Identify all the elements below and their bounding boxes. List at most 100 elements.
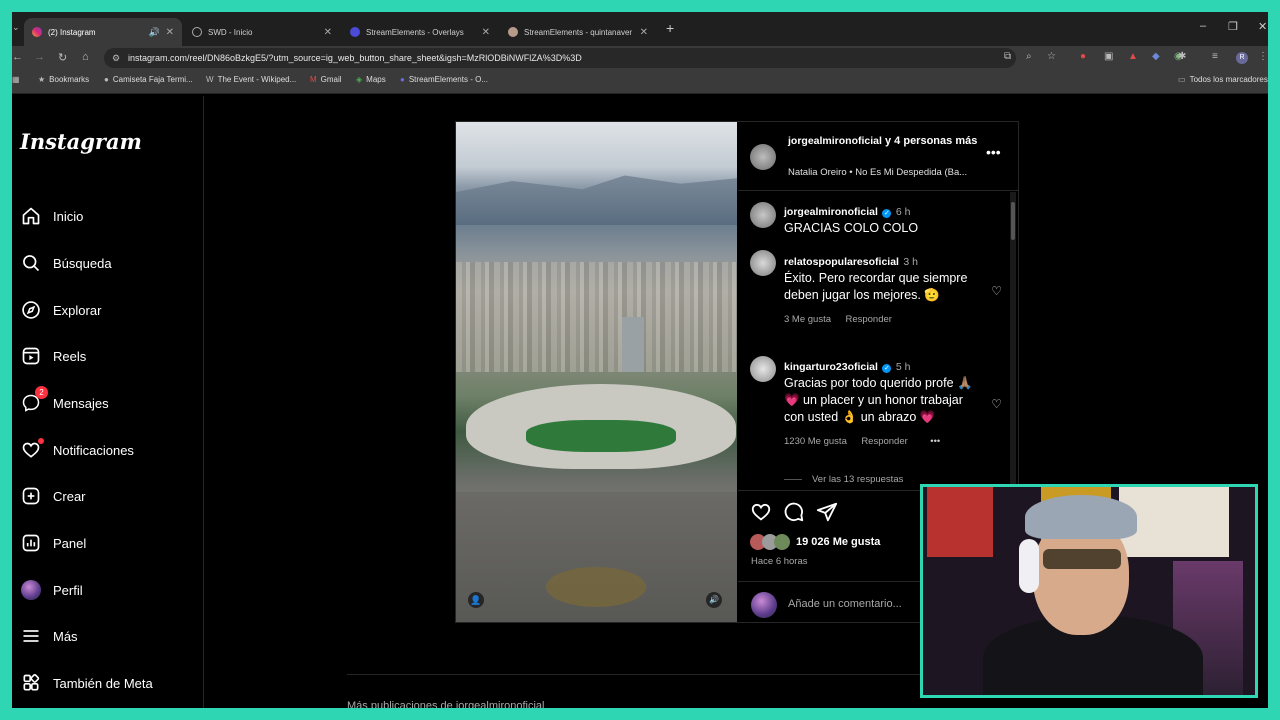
comments-scrollbar[interactable] [1010, 192, 1016, 488]
sidebar-item-perfil[interactable]: Perfil [20, 576, 200, 604]
close-window-icon[interactable]: ✕ [1258, 20, 1267, 33]
verified-icon: ✓ [882, 209, 892, 218]
comment-bubble-icon[interactable] [783, 501, 805, 528]
sidebar-item-busqueda[interactable]: Búsqueda [20, 249, 200, 277]
webcam-overlay [920, 484, 1258, 698]
sidebar-item-label: También de Meta [53, 675, 153, 691]
audio-track[interactable]: Natalia Oreiro • No Es Mi Despedida (Ba.… [788, 167, 984, 178]
reply-button[interactable]: Responder [845, 314, 891, 325]
cast-icon[interactable]: ⧉ [1004, 51, 1011, 62]
extension-gray-icon[interactable]: ▣ [1104, 51, 1113, 62]
close-tab-icon[interactable]: ✕ [482, 27, 490, 38]
wikipedia-icon: W [206, 75, 214, 84]
sidebar-item-explorar[interactable]: Explorar [20, 296, 200, 324]
tab-streamelements-quintanavers[interactable]: StreamElements - quintanavers ✕ [500, 18, 656, 46]
close-tab-icon[interactable]: ✕ [166, 27, 174, 38]
other-bookmarks[interactable]: ▭ Todos los marcadores [1178, 75, 1268, 84]
forward-icon[interactable]: → [34, 51, 45, 63]
sidebar-item-crear[interactable]: Crear [20, 482, 200, 510]
extension-blue-icon[interactable]: ◆ [1152, 51, 1160, 62]
new-tab-icon[interactable]: + [666, 20, 674, 36]
extension-pdf-icon[interactable]: ▲ [1128, 51, 1138, 62]
extension-red-icon[interactable]: ● [1080, 51, 1086, 62]
close-tab-icon[interactable]: ✕ [640, 27, 648, 38]
folder-icon: ▭ [1178, 75, 1186, 84]
tag-person-icon[interactable]: 👤 [468, 592, 484, 608]
media-controls-icon[interactable]: ≡ [1212, 51, 1218, 62]
home-browser-icon[interactable]: ⌂ [82, 51, 89, 63]
comment-user[interactable]: relatospopularesoficial [784, 256, 899, 268]
liker-avatar [774, 534, 790, 550]
bookmark-item[interactable]: W The Event - Wikiped... [206, 75, 296, 84]
tab-instagram[interactable]: (2) Instagram 🔊 ✕ [24, 18, 182, 46]
chart-icon [20, 532, 42, 554]
restore-icon[interactable]: ❐ [1228, 20, 1238, 33]
more-options-icon[interactable]: ••• [986, 144, 1001, 160]
tab-streamelements-overlays[interactable]: StreamElements - Overlays ✕ [342, 18, 498, 46]
bookmark-item[interactable]: ★ Bookmarks [38, 75, 89, 84]
reel-video[interactable]: 👤 🔊 [456, 122, 737, 622]
apps-icon[interactable]: ▦ [12, 75, 20, 84]
coauthors[interactable]: y 4 personas más [885, 135, 977, 147]
comment-likes[interactable]: 1230 Me gusta [784, 436, 847, 447]
close-tab-icon[interactable]: ✕ [324, 27, 332, 38]
search-icon [20, 252, 42, 274]
sidebar-item-mas[interactable]: Más [20, 622, 200, 650]
instagram-favicon-icon [32, 27, 42, 37]
tab-swd[interactable]: SWD - Inicio ✕ [184, 18, 340, 46]
zoom-icon[interactable]: ⌕ [1026, 51, 1032, 62]
plus-icon [20, 485, 42, 507]
sidebar-item-label: Búsqueda [53, 255, 112, 271]
like-heart-icon[interactable] [750, 501, 772, 528]
comment-avatar[interactable] [750, 250, 776, 276]
scroll-thumb[interactable] [1011, 202, 1015, 240]
likes-count[interactable]: 19 026 Me gusta [796, 536, 880, 548]
bookmark-star-icon[interactable]: ☆ [1047, 51, 1056, 62]
bookmark-item[interactable]: M Gmail [310, 75, 342, 84]
sidebar-item-tambien-de-meta[interactable]: También de Meta [20, 669, 200, 697]
comment-like-heart-icon[interactable]: ♡ [991, 284, 1002, 298]
caption-user[interactable]: jorgealmironoficial [784, 206, 878, 218]
more-posts-heading[interactable]: Más publicaciones de jorgealmironoficial [347, 700, 545, 708]
sidebar-item-mensajes[interactable]: 2 Mensajes [20, 386, 200, 417]
tab-search-icon[interactable]: ⌄ [12, 22, 20, 33]
minimize-icon[interactable]: – [1200, 20, 1206, 32]
sidebar-item-notificaciones[interactable]: Notificaciones [20, 436, 200, 464]
browser-menu-icon[interactable]: ⋮ [1258, 51, 1268, 62]
comment-user[interactable]: kingarturo23oficial [784, 361, 878, 373]
bookmark-item[interactable]: ● Camiseta Faja Termi... [104, 75, 193, 84]
url-field[interactable]: ⚙ instagram.com/reel/DN86oBzkgE5/?utm_so… [104, 48, 1016, 68]
sidebar-item-panel[interactable]: Panel [20, 529, 200, 557]
share-send-icon[interactable] [816, 501, 838, 528]
comment-avatar[interactable] [750, 356, 776, 382]
bookmark-item[interactable]: ◈ Maps [356, 75, 386, 84]
liker-avatars[interactable] [750, 534, 794, 550]
back-icon[interactable]: ← [12, 51, 23, 63]
reload-icon[interactable]: ↻ [58, 51, 67, 64]
sidebar-item-inicio[interactable]: Inicio [20, 202, 200, 230]
bookmark-item[interactable]: ● StreamElements - O... [400, 75, 488, 84]
tab-label: StreamElements - quintanavers [524, 27, 632, 37]
audio-toggle-icon[interactable]: 🔊 [706, 592, 722, 608]
comment-time: 5 h [895, 361, 911, 373]
profile-avatar-icon[interactable]: R [1236, 52, 1248, 64]
address-bar-row: ← → ↻ ⌂ ⚙ instagram.com/reel/DN86oBzkgE5… [12, 46, 1268, 70]
verified-icon: ✓ [882, 364, 892, 373]
author-avatar[interactable] [750, 144, 776, 170]
comment-input[interactable]: Añade un comentario... [788, 598, 902, 610]
comment-like-heart-icon[interactable]: ♡ [991, 397, 1002, 411]
reply-button[interactable]: Responder [861, 436, 907, 447]
caption-avatar[interactable] [750, 202, 776, 228]
heart-icon [20, 438, 44, 461]
comment-options-icon[interactable]: ••• [930, 436, 940, 447]
speaker-icon[interactable]: 🔊 [149, 27, 160, 38]
comment-likes[interactable]: 3 Me gusta [784, 314, 831, 325]
post-author[interactable]: jorgealmironoficial [788, 135, 882, 147]
glasses-shape [1043, 549, 1121, 569]
sidebar-item-reels[interactable]: Reels [20, 342, 200, 370]
instagram-logo[interactable]: Instagram [20, 129, 142, 154]
view-replies[interactable]: Ver las 13 respuestas [784, 474, 903, 485]
tower-building [622, 317, 644, 372]
site-info-icon[interactable]: ⚙ [112, 48, 120, 68]
extensions-puzzle-icon[interactable]: ✱ [1178, 51, 1186, 62]
